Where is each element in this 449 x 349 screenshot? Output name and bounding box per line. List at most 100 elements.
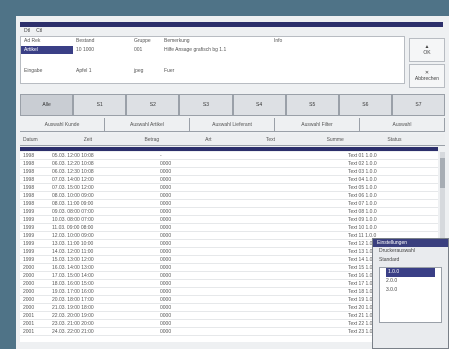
table-cell: 0000 — [160, 185, 172, 191]
table-cell: 0000 — [160, 249, 172, 255]
table-row[interactable]: 1999 11.03. 09:00 08:00 0000 Text 10 1.0.0 — [20, 224, 438, 232]
table-row[interactable]: 1998 06.03. 12:20 10:08 0000 Text 02 1.0.0 — [20, 160, 438, 168]
toolbar-button[interactable]: S3 — [179, 94, 233, 116]
menu-item-dtl[interactable]: Dtl — [24, 28, 30, 35]
column-header[interactable]: Text — [263, 134, 324, 145]
table-cell — [260, 168, 348, 175]
table-cell: 1998 — [23, 185, 35, 191]
table-cell: 0000 — [160, 193, 172, 199]
table-row[interactable]: 1998 05.03. 12:00 10:08 - Text 01 1.0.0 — [20, 152, 438, 160]
column-header[interactable]: Zeit — [81, 134, 142, 145]
tab-selection[interactable]: Auswahl — [360, 118, 445, 131]
table-cell: 18.03. 16:00 15:00 — [52, 281, 94, 287]
table-cell: 0000 — [160, 169, 172, 175]
table-cell: 1998 — [23, 193, 35, 199]
toolbar-button[interactable]: S1 — [73, 94, 127, 116]
toolbar-button[interactable]: S4 — [232, 94, 286, 116]
table-cell: Text 07 1.0.0 — [348, 201, 377, 207]
tab-article[interactable]: Auswahl Artikel — [105, 118, 190, 131]
cancel-button[interactable]: ✕ Abbrechen — [409, 64, 445, 88]
form-field[interactable]: Apfel 1 — [73, 67, 131, 75]
column-header[interactable]: Summe — [324, 134, 385, 145]
table-row[interactable]: 1998 08.03. 10:00 09:00 0000 Text 06 1.0.0 — [20, 192, 438, 200]
table-row[interactable]: 1998 07.03. 14:00 12:00 0000 Text 04 1.0.0 — [20, 176, 438, 184]
cancel-button-label: Abbrechen — [414, 76, 440, 82]
toolbar-button[interactable]: Alle — [20, 94, 74, 116]
table-cell — [260, 280, 348, 287]
table-cell: 06.03. 12:20 10:08 — [52, 161, 94, 167]
table-cell: 10.03. 08:00 07:00 — [52, 217, 94, 223]
table-cell: 2000 — [23, 281, 35, 287]
tab-supplier[interactable]: Auswahl Lieferant — [190, 118, 275, 131]
table-cell — [260, 160, 348, 167]
form-row[interactable]: Artikel 10 1000 001 Hilfe Ansage grafisc… — [21, 46, 404, 54]
title-bar — [20, 22, 443, 27]
column-header[interactable]: Betrag — [141, 134, 202, 145]
dialog-list-item[interactable]: 3.0.0 — [380, 286, 441, 295]
table-cell: 0000 — [160, 281, 172, 287]
table-cell: 08.03. 11:00 09:00 — [52, 201, 94, 207]
table-cell: 2001 — [23, 313, 35, 319]
form-field[interactable]: Eingabe — [21, 67, 73, 75]
form-header: Gruppe — [134, 38, 151, 44]
table-cell: 0000 — [160, 297, 172, 303]
table-cell: 0000 — [160, 161, 172, 167]
table-cell: 1999 — [23, 209, 35, 215]
table-row[interactable]: 1998 07.03. 15:00 12:00 0000 Text 05 1.0.0 — [20, 184, 438, 192]
ok-button[interactable]: ▲ OK — [409, 38, 445, 62]
column-header[interactable]: Art — [202, 134, 263, 145]
table-cell — [260, 232, 348, 239]
toolbar-button[interactable]: S5 — [285, 94, 339, 116]
table-cell: Text 06 1.0.0 — [348, 193, 377, 199]
form-field-selected[interactable]: Artikel — [21, 46, 73, 54]
table-cell: 1999 — [23, 225, 35, 231]
table-cell: 0000 — [160, 257, 172, 263]
table-cell — [260, 152, 348, 159]
table-cell: 08.03. 10:00 09:00 — [52, 193, 94, 199]
form-field[interactable]: Hilfe Ansage grafisch bg 1.1 — [161, 46, 271, 54]
dialog-list-item-selected[interactable]: 1.0.0 — [386, 268, 435, 277]
tab-customer[interactable]: Auswahl Kunde — [20, 118, 105, 131]
column-header-row: Datum Zeit Betrag Art Text Summe Status — [20, 134, 445, 146]
table-cell: 0000 — [160, 225, 172, 231]
dialog-label: Standard — [379, 257, 400, 263]
table-row[interactable]: 1999 09.03. 08:00 07:00 0000 Text 08 1.0.0 — [20, 208, 438, 216]
dialog-list-item[interactable]: 2.0.0 — [380, 277, 441, 286]
table-cell: 2000 — [23, 265, 35, 271]
form-field[interactable]: 10 1000 — [73, 46, 131, 54]
form-row[interactable]: Eingabe Apfel 1 jpeg Fuer — [21, 67, 404, 75]
form-field[interactable] — [271, 67, 331, 75]
table-cell: 09.03. 08:00 07:00 — [52, 209, 94, 215]
form-header: Ad Rek — [24, 38, 41, 44]
table-cell: 0000 — [160, 273, 172, 279]
toolbar: Alle S1 S2 S3 S4 S5 S6 S7 — [20, 94, 445, 116]
scrollbar-thumb[interactable] — [440, 158, 445, 188]
form-field[interactable]: 001 — [131, 46, 161, 54]
table-cell — [260, 176, 348, 183]
toolbar-button[interactable]: S7 — [391, 94, 445, 116]
form-field[interactable]: jpeg — [131, 67, 161, 75]
menu-item-ctl[interactable]: Ctl — [36, 28, 42, 35]
table-cell: 0000 — [160, 321, 172, 327]
form-field[interactable] — [271, 46, 331, 54]
table-row[interactable]: 1999 10.03. 08:00 07:00 0000 Text 09 1.0.0 — [20, 216, 438, 224]
table-cell: 0000 — [160, 177, 172, 183]
table-cell: 23.03. 21:00 20:00 — [52, 321, 94, 327]
table-cell — [260, 184, 348, 191]
toolbar-button[interactable]: S2 — [126, 94, 180, 116]
form-field[interactable]: Fuer — [161, 67, 271, 75]
menu-bar: Dtl Ctl — [20, 28, 280, 35]
column-header[interactable]: Datum — [20, 134, 81, 145]
column-header[interactable]: Status — [384, 134, 445, 145]
tab-filter[interactable]: Auswahl Filter — [275, 118, 360, 131]
table-cell: 2000 — [23, 273, 35, 279]
table-cell: 0000 — [160, 289, 172, 295]
table-cell — [260, 288, 348, 295]
table-cell: 1999 — [23, 241, 35, 247]
table-row[interactable]: 1998 06.03. 12:30 10:08 0000 Text 03 1.0.0 — [20, 168, 438, 176]
toolbar-button[interactable]: S6 — [338, 94, 392, 116]
grid-header-bar — [20, 147, 438, 151]
table-cell: 20.03. 18:00 17:00 — [52, 297, 94, 303]
table-cell — [260, 248, 348, 255]
table-row[interactable]: 1998 08.03. 11:00 09:00 0000 Text 07 1.0.0 — [20, 200, 438, 208]
